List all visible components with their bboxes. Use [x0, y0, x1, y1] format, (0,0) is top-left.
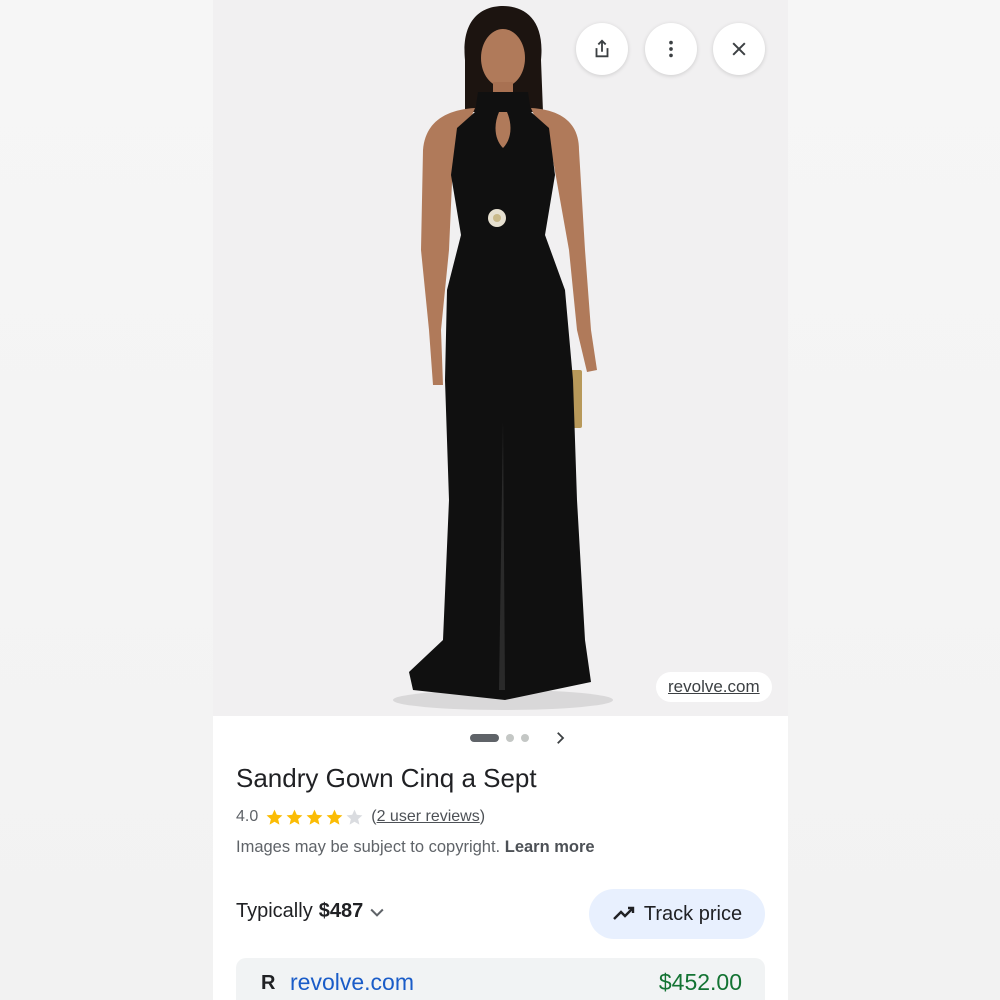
carousel-dot-3[interactable] [521, 734, 529, 742]
star-filled-icon [286, 809, 303, 825]
share-icon [595, 39, 609, 58]
close-button[interactable] [713, 23, 765, 75]
chevron-right-icon[interactable] [551, 729, 569, 747]
seller-offer[interactable]: R revolve.com $452.00 [236, 958, 765, 1000]
product-title: Sandry Gown Cinq a Sept [236, 763, 537, 793]
seller-logo-icon: R [261, 972, 276, 994]
close-icon [732, 42, 746, 56]
star-rating [265, 808, 364, 827]
trending-up-icon [613, 906, 635, 920]
copyright-note: Images may be subject to copyright. Lear… [236, 838, 595, 857]
star-filled-icon [306, 809, 323, 825]
star-filled-icon [326, 809, 343, 825]
seller-name[interactable]: revolve.com [290, 969, 414, 996]
star-filled-icon [266, 809, 283, 825]
gown-photo [393, 6, 613, 710]
reviews-close-paren: ) [479, 808, 486, 825]
star-empty-icon [346, 809, 363, 825]
carousel-indicator [470, 734, 529, 742]
reviews-link-label: 2 user reviews [376, 808, 480, 825]
product-image[interactable]: revolve.com [213, 0, 788, 716]
typical-price-amount: $487 [318, 900, 364, 922]
learn-more-link[interactable]: Learn more [505, 838, 595, 856]
carousel-dot-2[interactable] [506, 734, 514, 742]
more-options-button[interactable] [645, 23, 697, 75]
image-source-link[interactable]: revolve.com [656, 672, 772, 702]
rating-row: 4.0 (2 user reviews) [236, 806, 485, 828]
track-price-button[interactable]: Track price [589, 889, 765, 939]
share-button[interactable] [576, 23, 628, 75]
left-margin [0, 0, 213, 1000]
carousel-dot-1[interactable] [470, 734, 499, 742]
copyright-text: Images may be subject to copyright. [236, 838, 501, 856]
right-margin [788, 0, 1000, 1000]
typical-price-label: Typically [236, 900, 313, 922]
typical-price-toggle[interactable]: Typically $487 [236, 900, 387, 923]
track-price-label: Track price [643, 902, 743, 925]
reviews-link[interactable]: (2 user reviews) [371, 808, 485, 826]
product-panel: revolve.com Sandry Gown Cinq a Sept 4.0 … [213, 0, 788, 1000]
more-vert-icon [669, 40, 673, 58]
rating-value: 4.0 [236, 808, 259, 825]
offer-price: $452.00 [658, 969, 742, 995]
chevron-down-icon [370, 908, 384, 917]
